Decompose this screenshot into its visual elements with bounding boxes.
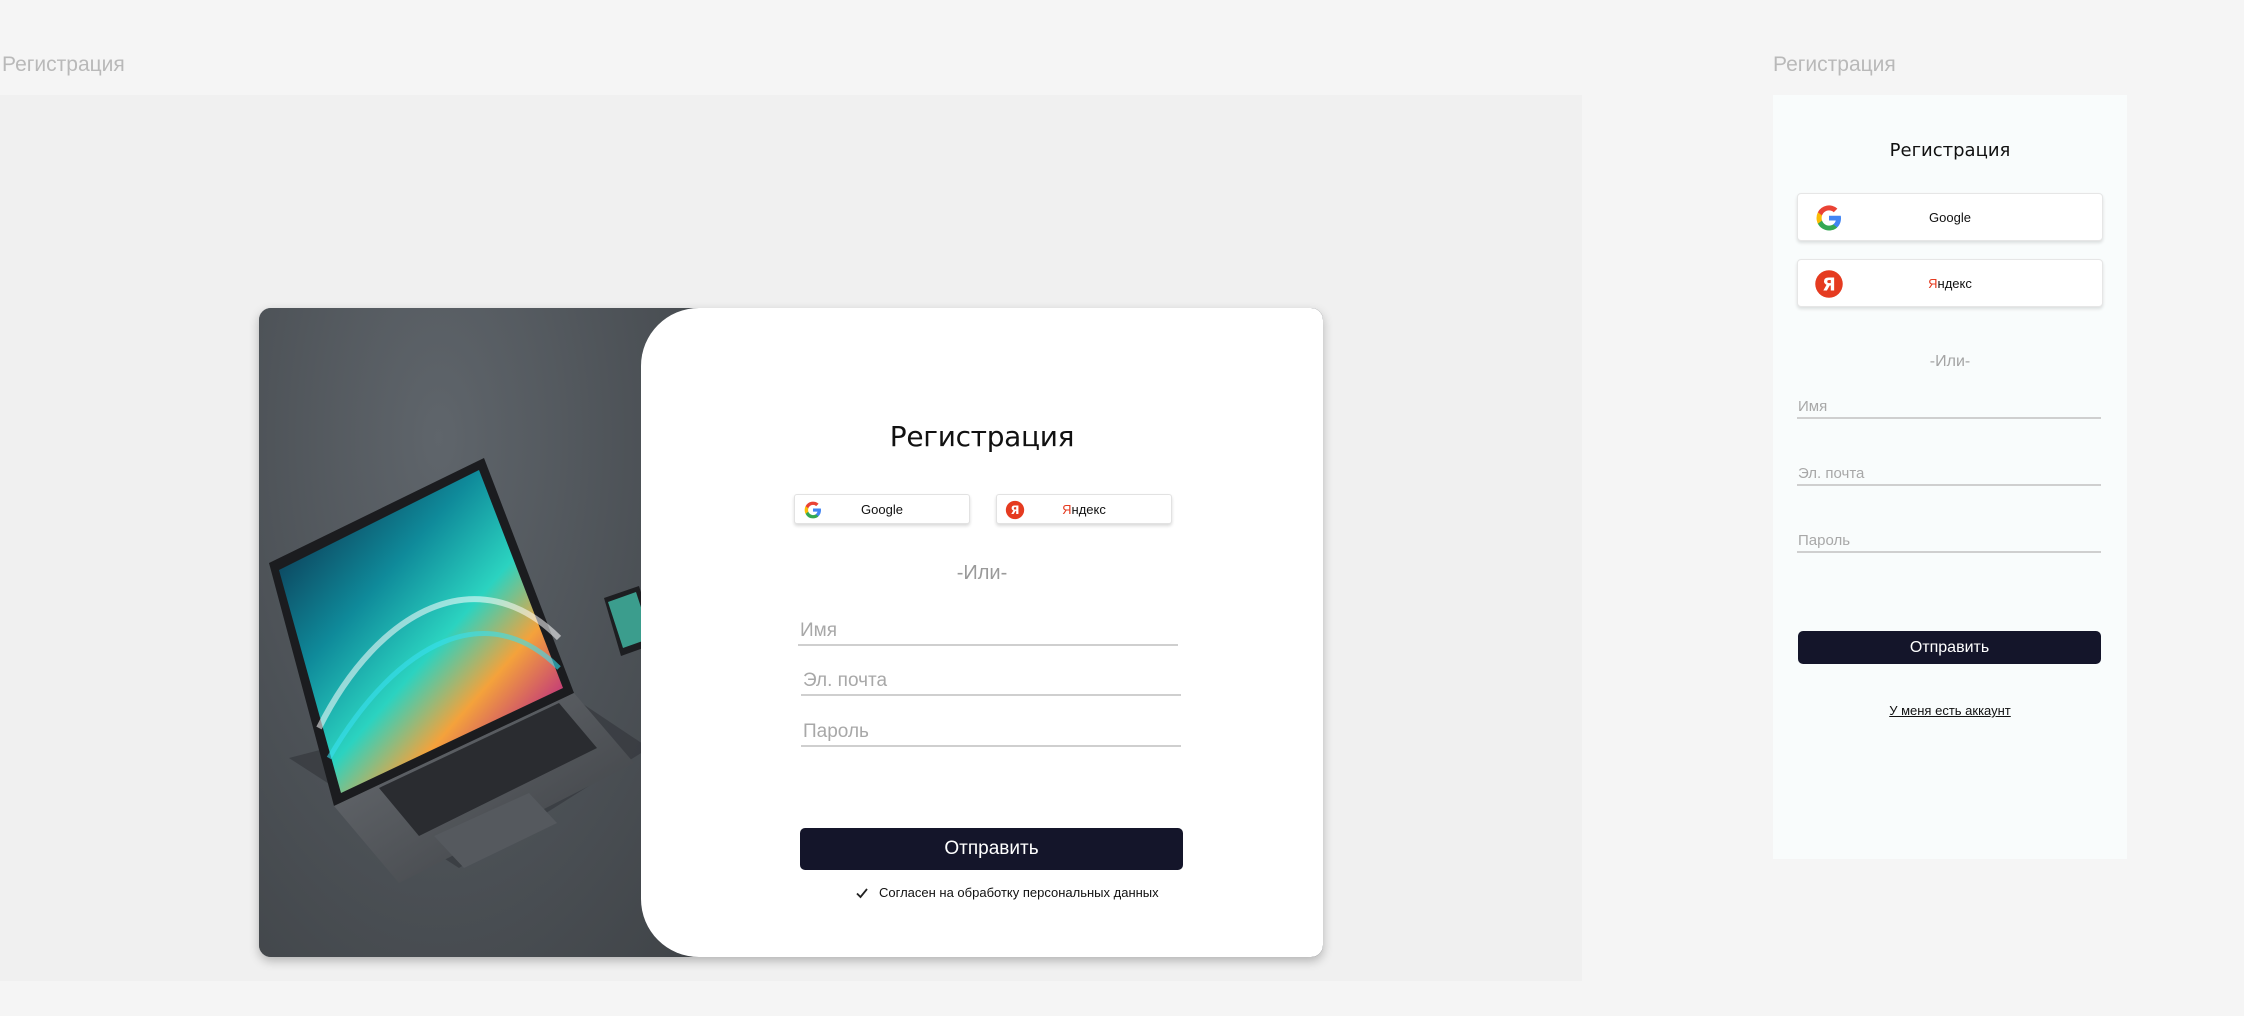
submit-button[interactable]: Отправить <box>800 828 1183 870</box>
email-field[interactable] <box>801 668 1181 696</box>
consent-row[interactable]: Согласен на обработку персональных данны… <box>855 885 1159 900</box>
mobile-google-signin-button[interactable]: Google <box>1797 193 2103 241</box>
or-divider: -Или- <box>956 562 1008 584</box>
mobile-yandex-label: Яндекс <box>1928 276 1972 291</box>
name-field[interactable] <box>798 618 1178 646</box>
mobile-or-divider: -Или- <box>1929 353 1971 370</box>
google-label: Google <box>861 502 903 517</box>
mobile-password-field[interactable] <box>1797 529 2101 553</box>
password-field[interactable] <box>801 719 1181 747</box>
mobile-yandex-signin-button[interactable]: Я Яндекс <box>1797 259 2103 307</box>
yandex-label: Яндекс <box>1062 502 1106 517</box>
yandex-signin-button[interactable]: Я Яндекс <box>996 494 1172 524</box>
form-title: Регистрация <box>889 420 1075 453</box>
mobile-submit-button[interactable]: Отправить <box>1798 631 2101 664</box>
desktop-frame-label: Регистрация <box>2 53 125 76</box>
registration-form-panel: Регистрация Google Я Яндекс -Или- Имя Эл… <box>641 308 1323 957</box>
registration-card: Регистрация Google Я Яндекс -Или- Имя Эл… <box>259 308 1323 957</box>
mobile-form-title: Регистрация <box>1889 140 2011 161</box>
mobile-name-field[interactable] <box>1797 395 2101 419</box>
google-signin-button[interactable]: Google <box>794 494 970 524</box>
mobile-google-label: Google <box>1929 210 1971 225</box>
mobile-frame-label: Регистрация <box>1773 53 1896 76</box>
check-icon[interactable] <box>855 886 869 900</box>
desktop-frame: Регистрация Google Я Яндекс -Или- Имя Эл… <box>0 95 1582 981</box>
have-account-link[interactable]: У меня есть аккаунт <box>1773 703 2127 718</box>
consent-text: Согласен на обработку персональных данны… <box>879 885 1159 900</box>
mobile-frame: Регистрация Google Я Яндекс -Или- Отправ… <box>1773 95 2127 859</box>
mobile-email-field[interactable] <box>1797 462 2101 486</box>
